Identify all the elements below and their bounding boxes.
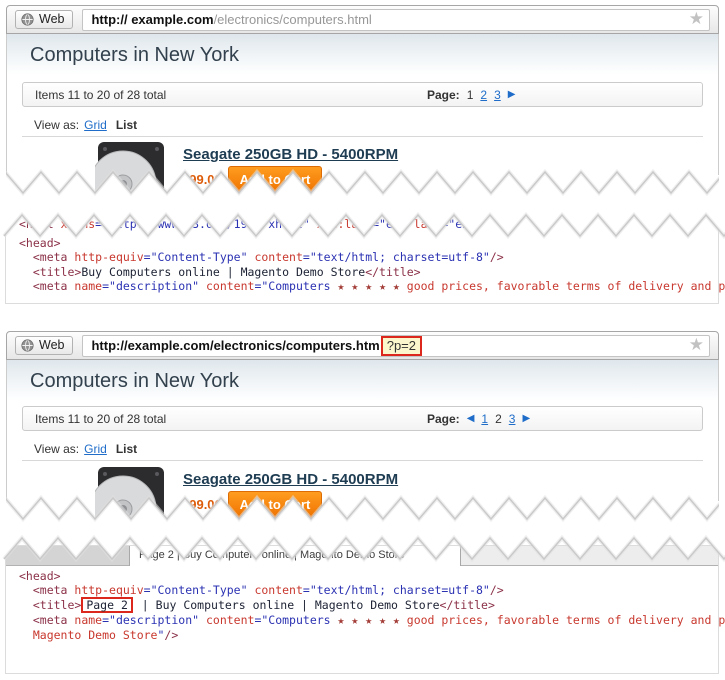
view-as-bar: View as: Grid List [22,437,703,461]
page-content: Computers in New York Items 11 to 20 of … [6,34,719,205]
url-query-highlight: ?p=2 [381,336,422,356]
url-full: http://example.com/electronics/computers… [91,338,379,353]
web-tab-label: Web [39,338,64,352]
category-header-band: Computers in New York [6,34,719,75]
category-header-band: Computers in New York [6,360,719,401]
browser-tab-bar: Page 2 | Buy Computers online | Magento … [6,546,718,566]
page-title: Computers in New York [6,34,719,67]
address-bar[interactable]: http:// example.com/electronics/computer… [82,9,710,31]
prev-page-arrow-icon[interactable]: ◀ [467,413,475,424]
pager-label: Page: [427,88,460,102]
page-2-current: 2 [495,412,502,426]
page-1-current: 1 [467,88,474,102]
product-image[interactable] [95,465,167,531]
pagination: Page: ◀ 1 2 3 ▶ [427,412,530,426]
pager-label: Page: [427,412,460,426]
next-page-arrow-icon[interactable]: ▶ [508,89,516,100]
page-1-link[interactable]: 1 [481,412,488,426]
html-source-code: <html xmlns="http://www.w3.org/1999/xhtm… [6,214,718,293]
next-page-arrow-icon[interactable]: ▶ [522,413,530,424]
page-title: Computers in New York [6,360,719,393]
html-source-code: <head> <meta http-equiv="Content-Type" c… [6,566,718,642]
address-bar[interactable]: http://example.com/electronics/computers… [82,335,710,357]
add-to-cart-button[interactable]: Add to Cart [228,491,322,518]
page-3-link[interactable]: 3 [494,88,501,102]
browser-window-1: Web http:// example.com/electronics/comp… [6,5,719,34]
tab-bar-filler-left [6,546,129,566]
pager-toolbar: Items 11 to 20 of 28 total Page: ◀ 1 2 3… [22,406,703,431]
product-price: $99.00 [182,497,222,512]
globe-icon [21,13,34,26]
bookmark-star-icon[interactable]: ★ [689,335,704,355]
web-tab-button[interactable]: Web [15,336,73,355]
pagination: Page: 1 2 3 ▶ [427,88,515,102]
view-as-list-current: List [116,442,137,456]
browser-window-2: Web http://example.com/electronics/compu… [6,331,719,360]
product-price: $99.00 [182,172,222,187]
page-content: Computers in New York Items 11 to 20 of … [6,360,719,531]
page-3-link[interactable]: 3 [509,412,516,426]
tab-bar-filler-right [461,546,718,566]
page-2-link[interactable]: 2 [480,88,487,102]
view-as-list-current: List [116,118,137,132]
product-name-link[interactable]: Seagate 250GB HD - 5400RPM [183,146,398,163]
url-domain: http:// example.com [91,12,213,27]
items-count-text: Items 11 to 20 of 28 total [35,88,166,102]
source-code-block-2: Page 2 | Buy Computers online | Magento … [5,545,719,674]
web-tab-button[interactable]: Web [15,10,73,29]
items-count-text: Items 11 to 20 of 28 total [35,412,166,426]
view-as-bar: View as: Grid List [22,113,703,137]
view-as-label: View as: [34,442,79,456]
web-tab-label: Web [39,12,64,26]
product-name-link[interactable]: Seagate 250GB HD - 5400RPM [183,471,398,488]
bookmark-star-icon[interactable]: ★ [689,9,704,29]
view-as-grid-link[interactable]: Grid [84,118,107,132]
add-to-cart-button[interactable]: Add to Cart [228,166,322,193]
product-image[interactable] [95,140,167,205]
url-path: /electronics/computers.html [214,12,372,27]
pager-toolbar: Items 11 to 20 of 28 total Page: 1 2 3 ▶ [22,82,703,107]
browser-tab-title[interactable]: Page 2 | Buy Computers online | Magento … [129,546,461,566]
browser-chrome: Web http://example.com/electronics/compu… [6,331,719,360]
globe-icon [21,339,34,352]
source-code-block-1: <html xmlns="http://www.w3.org/1999/xhtm… [5,213,719,304]
view-as-label: View as: [34,118,79,132]
browser-chrome: Web http:// example.com/electronics/comp… [6,5,719,34]
view-as-grid-link[interactable]: Grid [84,442,107,456]
